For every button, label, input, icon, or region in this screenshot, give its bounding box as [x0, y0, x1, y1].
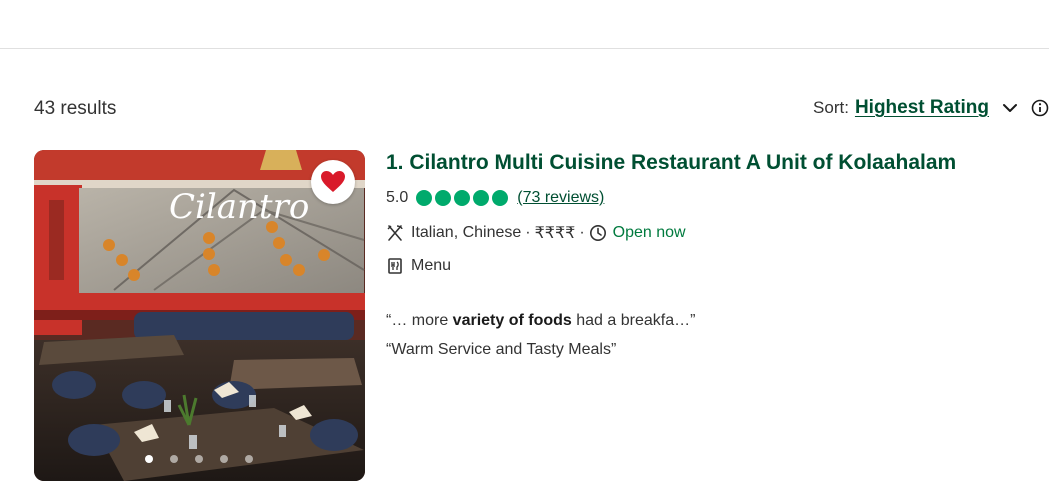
carousel-dot[interactable]	[245, 455, 253, 463]
rating-bubbles	[416, 190, 509, 206]
rating-bubble	[473, 190, 490, 206]
rating-bubble	[492, 190, 509, 206]
rating-value: 5.0	[386, 189, 409, 206]
photo-carousel-dots	[145, 455, 253, 463]
restaurant-title-link[interactable]: 1. Cilantro Multi Cuisine Restaurant A U…	[386, 150, 1046, 176]
menu-label: Menu	[411, 257, 452, 274]
svg-text:Cilantro: Cilantro	[169, 187, 309, 227]
review-snippet[interactable]: “Warm Service and Tasty Meals”	[386, 341, 1046, 359]
save-favorite-button[interactable]	[311, 160, 355, 204]
sort-control[interactable]: Sort: Highest Rating	[813, 97, 1049, 119]
cuisines: Italian, Chinese	[411, 224, 522, 241]
snippet-highlight: variety of foods	[452, 312, 572, 329]
separator: ·	[579, 224, 585, 241]
restaurant-photo[interactable]: Cilantro	[34, 150, 365, 481]
carousel-dot[interactable]	[145, 455, 153, 463]
reviews-link[interactable]: (73 reviews)	[517, 189, 604, 207]
carousel-dot[interactable]	[220, 455, 228, 463]
review-snippet[interactable]: “… more variety of foods had a breakfa…”	[386, 312, 1046, 330]
rating-row: 5.0 (73 reviews)	[386, 187, 1046, 209]
price-level: ₹₹₹₹	[534, 225, 576, 242]
info-icon[interactable]	[1031, 99, 1049, 117]
carousel-dot[interactable]	[170, 455, 178, 463]
meta-row: Italian, Chinese · ₹₹₹₹ · Open now	[386, 222, 1046, 244]
carousel-dot[interactable]	[195, 455, 203, 463]
sort-dropdown[interactable]: Highest Rating	[855, 97, 989, 119]
results-count: 43 results	[34, 98, 117, 119]
heart-icon	[321, 171, 345, 192]
separator: ·	[525, 224, 531, 241]
utensils-icon	[387, 225, 403, 241]
menu-icon	[388, 258, 402, 274]
listing-details: 1. Cilantro Multi Cuisine Restaurant A U…	[386, 150, 1046, 359]
chevron-down-icon[interactable]	[1001, 99, 1019, 117]
rating-bubble	[454, 190, 471, 206]
snippet-prefix: “… more	[386, 312, 453, 329]
menu-link[interactable]: Menu	[386, 255, 1046, 277]
rating-bubble	[435, 190, 452, 206]
rating-bubble	[416, 190, 433, 206]
top-divider	[0, 48, 1049, 49]
clock-icon	[589, 225, 606, 241]
snippet-suffix: had a breakfa…”	[571, 312, 696, 329]
sort-label: Sort:	[813, 98, 849, 117]
open-status: Open now	[612, 224, 686, 241]
